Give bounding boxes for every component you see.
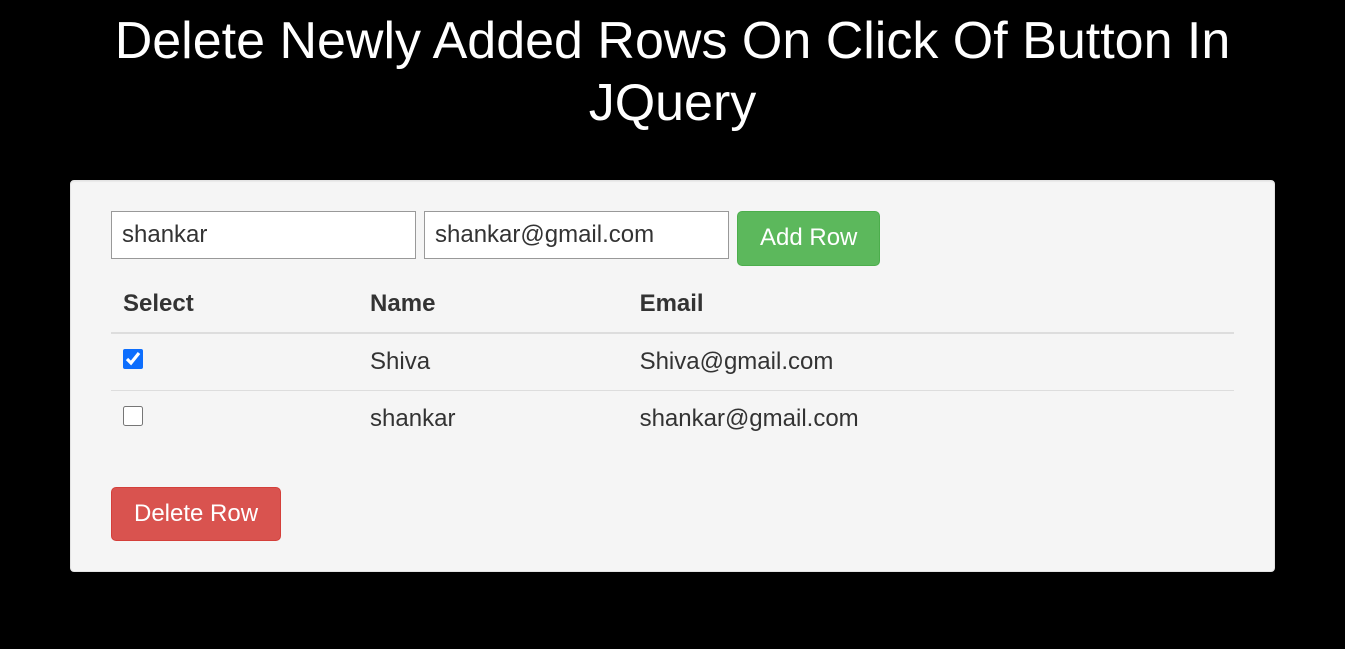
table-row: ShivaShiva@gmail.com (111, 333, 1234, 391)
add-row-form: Add Row (111, 211, 1234, 266)
email-input[interactable] (424, 211, 729, 259)
table-row: shankarshankar@gmail.com (111, 390, 1234, 447)
row-select-cell (111, 333, 358, 391)
delete-row-button[interactable]: Delete Row (111, 487, 281, 542)
page-title: Delete Newly Added Rows On Click Of Butt… (0, 0, 1345, 135)
row-email-cell: shankar@gmail.com (628, 390, 1234, 447)
col-header-select: Select (111, 276, 358, 333)
row-select-checkbox[interactable] (123, 406, 143, 426)
row-email-cell: Shiva@gmail.com (628, 333, 1234, 391)
row-name-cell: Shiva (358, 333, 628, 391)
col-header-email: Email (628, 276, 1234, 333)
row-select-cell (111, 390, 358, 447)
main-panel: Add Row Select Name Email ShivaShiva@gma… (70, 180, 1275, 573)
col-header-name: Name (358, 276, 628, 333)
data-table: Select Name Email ShivaShiva@gmail.comsh… (111, 276, 1234, 447)
add-row-button[interactable]: Add Row (737, 211, 880, 266)
name-input[interactable] (111, 211, 416, 259)
row-select-checkbox[interactable] (123, 349, 143, 369)
table-body: ShivaShiva@gmail.comshankarshankar@gmail… (111, 333, 1234, 447)
row-name-cell: shankar (358, 390, 628, 447)
